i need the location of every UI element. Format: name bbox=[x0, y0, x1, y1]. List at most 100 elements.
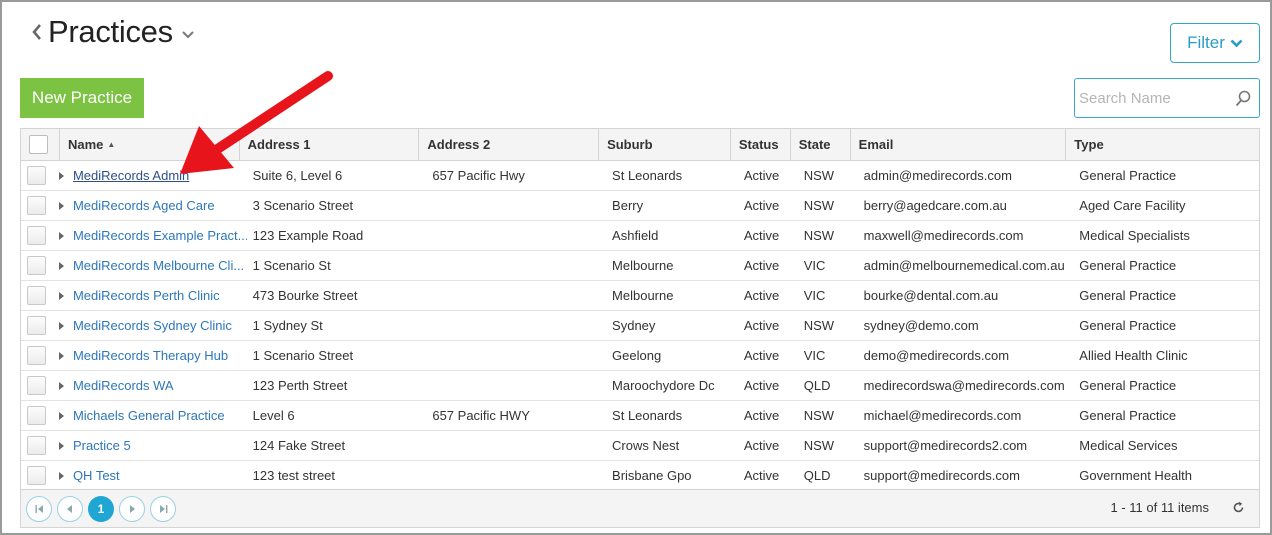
expand-triangle-icon[interactable] bbox=[58, 351, 67, 361]
column-header-address2[interactable]: Address 2 bbox=[418, 129, 598, 160]
address1-cell: Level 6 bbox=[252, 408, 295, 423]
row-checkbox[interactable] bbox=[27, 436, 46, 455]
suburb-cell: Maroochydore Dc bbox=[612, 378, 715, 393]
table-row: MediRecords WA 123 Perth Street Maroochy… bbox=[21, 371, 1259, 401]
type-cell: Government Health bbox=[1079, 468, 1193, 483]
suburb-cell: Crows Nest bbox=[612, 438, 680, 453]
suburb-cell: Brisbane Gpo bbox=[612, 468, 692, 483]
table-row: MediRecords Perth Clinic 473 Bourke Stre… bbox=[21, 281, 1259, 311]
column-header-status[interactable]: Status bbox=[729, 129, 790, 160]
last-page-icon bbox=[159, 504, 167, 513]
address1-cell: 1 Scenario Street bbox=[252, 348, 354, 363]
address2-cell bbox=[426, 251, 606, 280]
previous-page-button[interactable] bbox=[57, 495, 83, 522]
search-icon[interactable] bbox=[1235, 90, 1251, 112]
row-checkbox[interactable] bbox=[27, 376, 46, 395]
state-cell: QLD bbox=[803, 378, 831, 393]
row-checkbox[interactable] bbox=[27, 196, 46, 215]
status-cell: Active bbox=[743, 468, 780, 483]
state-cell: NSW bbox=[803, 198, 835, 213]
status-cell: Active bbox=[743, 348, 780, 363]
address1-cell: 473 Bourke Street bbox=[252, 288, 358, 303]
refresh-icon[interactable] bbox=[1232, 501, 1245, 519]
row-checkbox[interactable] bbox=[27, 346, 46, 365]
page-title: Practices bbox=[48, 14, 173, 49]
email-cell: medirecordswa@medirecords.com bbox=[863, 378, 1065, 393]
practice-name-link[interactable]: MediRecords Perth Clinic bbox=[73, 288, 220, 303]
practice-name-link[interactable]: MediRecords Example Pract... bbox=[73, 228, 247, 243]
type-cell: Medical Services bbox=[1079, 438, 1178, 453]
title-dropdown-chevron-icon[interactable] bbox=[181, 28, 195, 42]
last-page-button[interactable] bbox=[150, 495, 176, 522]
type-cell: Aged Care Facility bbox=[1079, 198, 1186, 213]
new-practice-button[interactable]: New Practice bbox=[20, 78, 144, 118]
practice-name-link[interactable]: Michaels General Practice bbox=[73, 408, 225, 423]
page-header: Practices bbox=[30, 12, 195, 52]
address2-cell bbox=[426, 191, 606, 220]
row-checkbox[interactable] bbox=[27, 166, 46, 185]
type-cell: General Practice bbox=[1079, 168, 1177, 183]
expand-triangle-icon[interactable] bbox=[58, 381, 67, 391]
row-checkbox[interactable] bbox=[27, 406, 46, 425]
back-chevron-icon[interactable] bbox=[30, 17, 44, 47]
column-header-state[interactable]: State bbox=[789, 129, 850, 160]
table-row: MediRecords Sydney Clinic 1 Sydney St Sy… bbox=[21, 311, 1259, 341]
table-row: QH Test 123 test street Brisbane Gpo Act… bbox=[21, 461, 1259, 491]
expand-triangle-icon[interactable] bbox=[58, 411, 67, 421]
filter-button[interactable]: Filter bbox=[1170, 23, 1260, 63]
row-select-cell bbox=[21, 251, 59, 280]
address2-cell bbox=[426, 311, 606, 340]
row-checkbox[interactable] bbox=[27, 316, 46, 335]
first-page-button[interactable] bbox=[26, 495, 52, 522]
row-checkbox[interactable] bbox=[27, 226, 46, 245]
expand-triangle-icon[interactable] bbox=[58, 231, 67, 241]
column-header-suburb[interactable]: Suburb bbox=[598, 129, 730, 160]
expand-triangle-icon[interactable] bbox=[58, 201, 67, 211]
type-cell: General Practice bbox=[1079, 378, 1177, 393]
column-header-address1[interactable]: Address 1 bbox=[238, 129, 419, 160]
expand-triangle-icon[interactable] bbox=[58, 471, 67, 481]
row-expand-cell bbox=[58, 461, 67, 490]
practice-name-link[interactable]: MediRecords Sydney Clinic bbox=[73, 318, 232, 333]
state-cell: VIC bbox=[803, 348, 826, 363]
state-cell: VIC bbox=[803, 288, 826, 303]
expand-triangle-icon[interactable] bbox=[58, 171, 67, 181]
row-expand-cell bbox=[58, 401, 67, 430]
practice-name-link[interactable]: MediRecords Admin bbox=[73, 168, 189, 183]
page-1-button[interactable]: 1 bbox=[88, 495, 114, 522]
practice-name-link[interactable]: MediRecords WA bbox=[73, 378, 174, 393]
row-expand-cell bbox=[58, 191, 67, 220]
column-header-email[interactable]: Email bbox=[849, 129, 1066, 160]
practice-name-link[interactable]: MediRecords Aged Care bbox=[73, 198, 215, 213]
practices-table: Name ▲ Address 1 Address 2 Suburb Status… bbox=[20, 128, 1260, 528]
status-cell: Active bbox=[743, 228, 780, 243]
practice-name-link[interactable]: Practice 5 bbox=[73, 438, 131, 453]
expand-triangle-icon[interactable] bbox=[58, 441, 67, 451]
filter-button-label: Filter bbox=[1187, 33, 1225, 52]
next-page-icon bbox=[130, 504, 135, 513]
row-checkbox[interactable] bbox=[27, 286, 46, 305]
address2-cell bbox=[426, 371, 606, 400]
select-all-checkbox[interactable] bbox=[29, 135, 48, 154]
address1-cell: 123 Example Road bbox=[252, 228, 364, 243]
search-input[interactable] bbox=[1079, 80, 1231, 116]
column-header-name[interactable]: Name ▲ bbox=[58, 129, 239, 160]
row-checkbox[interactable] bbox=[27, 466, 46, 485]
practice-name-link[interactable]: MediRecords Therapy Hub bbox=[73, 348, 228, 363]
next-page-button[interactable] bbox=[119, 495, 145, 522]
expand-triangle-icon[interactable] bbox=[58, 321, 67, 331]
header-select-all-cell bbox=[21, 129, 59, 160]
expand-triangle-icon[interactable] bbox=[58, 291, 67, 301]
expand-triangle-icon[interactable] bbox=[58, 261, 67, 271]
filter-chevron-down-icon bbox=[1230, 39, 1243, 47]
row-checkbox[interactable] bbox=[27, 256, 46, 275]
suburb-cell: Melbourne bbox=[612, 258, 674, 273]
column-header-type[interactable]: Type bbox=[1065, 129, 1259, 160]
address1-cell: 123 Perth Street bbox=[252, 378, 348, 393]
email-cell: michael@medirecords.com bbox=[863, 408, 1022, 423]
email-cell: bourke@dental.com.au bbox=[863, 288, 999, 303]
practice-name-link[interactable]: QH Test bbox=[73, 468, 120, 483]
status-cell: Active bbox=[743, 378, 780, 393]
practice-name-link[interactable]: MediRecords Melbourne Cli... bbox=[73, 258, 244, 273]
address1-cell: 123 test street bbox=[252, 468, 336, 483]
